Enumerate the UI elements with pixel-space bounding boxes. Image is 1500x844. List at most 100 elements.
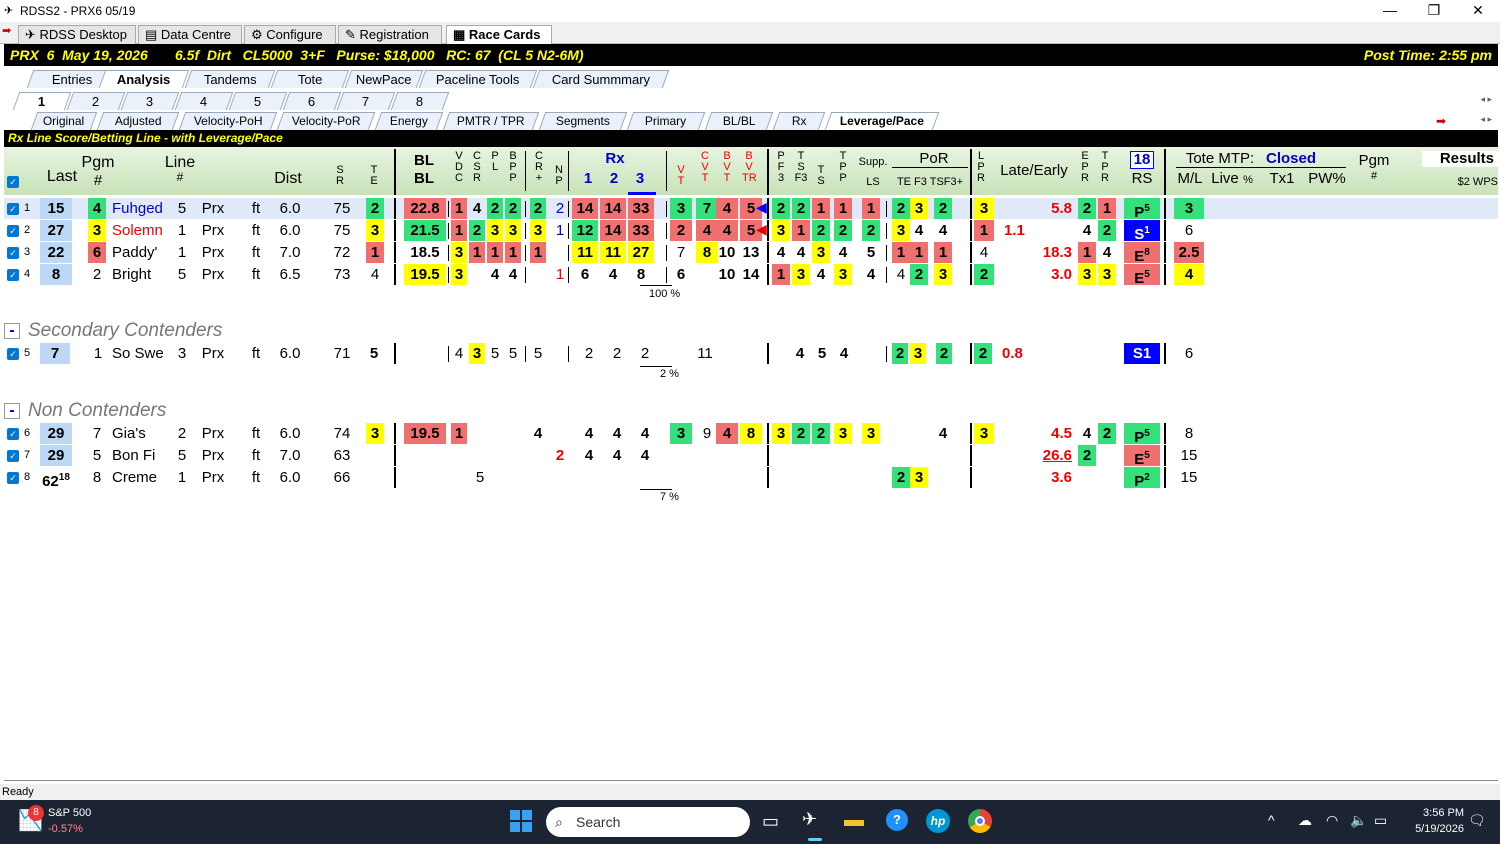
race-tab-6[interactable]: 6 xyxy=(282,92,342,110)
tab-configure[interactable]: ⚙ Configure xyxy=(244,25,336,44)
table-row[interactable]: ✓ 6 29 7 Gia's 2 Prx ft 6.0 74 3 19.5 1 4 4 4 4 3 9 4 8 3 2 2 3 3… xyxy=(4,423,1498,446)
rdss-app-icon[interactable]: ✈ xyxy=(802,809,817,830)
row-checkbox[interactable]: ✓ xyxy=(7,450,19,462)
horse-name[interactable]: Fuhged xyxy=(112,198,172,219)
table-row[interactable]: ✓ 5 7 1 So Swe 3 Prx ft 6.0 71 5 4 3 5 5… xyxy=(4,343,1498,364)
vt-cell: 8 xyxy=(740,423,762,444)
tab-tandems[interactable]: Tandems xyxy=(184,70,276,88)
race-tab-1[interactable]: 1 xyxy=(12,92,72,110)
row-checkbox[interactable]: ✓ xyxy=(7,472,19,484)
race-tab-5[interactable]: 5 xyxy=(228,92,288,110)
volume-icon[interactable]: 🔈 xyxy=(1350,812,1367,829)
pgm-cell: 7 xyxy=(92,425,102,442)
task-view-icon[interactable]: ▭ xyxy=(762,811,779,832)
notifications-icon[interactable]: 🗨 xyxy=(1468,812,1486,829)
chevron-up-icon[interactable]: ^ xyxy=(1268,812,1275,828)
table-row[interactable]: ✓ 2 27 3 Solemn 1 Prx ft 6.0 75 3 21.5 1 2 3 3 3 1 12 14 33 2… xyxy=(4,220,1498,243)
late-early-cell: 4.5 xyxy=(1051,425,1072,442)
select-all-checkbox[interactable]: ✓ xyxy=(7,176,19,188)
col-pgm: Pgm xyxy=(81,154,115,171)
tab-energy[interactable]: Energy xyxy=(374,112,444,130)
horse-name[interactable]: Bon Fi xyxy=(112,445,172,466)
race-tab-3[interactable]: 3 xyxy=(120,92,180,110)
windows-start-icon[interactable] xyxy=(510,810,532,832)
tab-registration[interactable]: ✎ Registration xyxy=(338,25,442,44)
vt-cell: 10 xyxy=(718,244,736,261)
metric-cell: 1 xyxy=(469,242,485,263)
tab-rdss-desktop[interactable]: ✈ RDSS Desktop xyxy=(18,25,136,44)
te-cell: 2 xyxy=(366,198,384,219)
close-button[interactable]: ✕ xyxy=(1456,0,1500,22)
tab-adjusted[interactable]: Adjusted xyxy=(96,112,180,130)
row-checkbox[interactable]: ✓ xyxy=(7,225,19,237)
rx-cell: 4 xyxy=(608,266,618,283)
lpr-cell: 3 xyxy=(974,198,994,219)
race-tab-7[interactable]: 7 xyxy=(336,92,396,110)
export-icon[interactable]: ➡ xyxy=(1436,114,1446,128)
tab-data-centre[interactable]: ▤ Data Centre xyxy=(138,25,242,44)
tab-paceline-tools[interactable]: Paceline Tools xyxy=(418,70,538,88)
horse-name[interactable]: Gia's xyxy=(112,423,172,444)
minimize-button[interactable]: — xyxy=(1368,0,1412,22)
taskbar-search[interactable]: ⌕ Search xyxy=(546,807,750,837)
pace-cell: 1 xyxy=(772,264,790,285)
tab-rx[interactable]: Rx xyxy=(772,112,826,130)
horse-name[interactable]: Creme xyxy=(112,467,172,488)
row-checkbox[interactable]: ✓ xyxy=(7,203,19,215)
tab-blbl[interactable]: BL/BL xyxy=(704,112,774,130)
table-row[interactable]: ✓ 1 15 4 Fuhged 5 Prx ft 6.0 75 2 22.8 1 4 2 2 2 2 14 14 33 3… xyxy=(4,198,1498,221)
row-checkbox[interactable]: ✓ xyxy=(7,428,19,440)
race-tab-8[interactable]: 8 xyxy=(390,92,450,110)
sr-cell: 72 xyxy=(333,244,351,261)
status-bar: Ready xyxy=(0,784,1500,800)
tab-race-cards[interactable]: ▦ Race Cards xyxy=(446,25,552,44)
table-row[interactable]: ✓ 7 29 5 Bon Fi 5 Prx ft 7.0 63 2 4 4 4 26.6 2 E5 15 xyxy=(4,445,1498,468)
plane-icon: ✈ xyxy=(25,27,40,42)
tab-original[interactable]: Original xyxy=(30,112,98,130)
row-checkbox[interactable]: ✓ xyxy=(7,247,19,259)
surface-cell: ft xyxy=(251,469,261,486)
view-scroll-arrows-icon[interactable]: ◂ ▸ xyxy=(1480,114,1492,125)
tab-leverage-pace[interactable]: Leverage/Pace xyxy=(824,112,940,130)
wifi-icon[interactable]: ◠ xyxy=(1326,812,1338,829)
results-button[interactable]: Results xyxy=(1422,151,1498,167)
scroll-arrows-icon[interactable]: ◂ ▸ xyxy=(1480,94,1492,105)
horse-name[interactable]: Bright xyxy=(112,264,172,285)
restore-button[interactable]: ❐ xyxy=(1412,0,1456,22)
surface-cell: ft xyxy=(251,244,261,261)
table-row[interactable]: ✓ 4 8 2 Bright 5 Prx ft 6.5 73 4 19.5 3 4 4 1 6 4 8 6 10 14 1 3… xyxy=(4,264,1498,287)
non-contenders-header[interactable]: - Non Contenders xyxy=(4,400,166,424)
help-icon[interactable]: ? xyxy=(886,809,908,831)
collapse-icon[interactable]: - xyxy=(4,322,20,339)
race-tab-2[interactable]: 2 xyxy=(66,92,126,110)
table-row[interactable]: ✓ 3 22 6 Paddy' 1 Prx ft 7.0 72 1 18.5 3 1 1 1 1 11 11 27 7 8… xyxy=(4,242,1498,265)
secondary-header[interactable]: - Secondary Contenders xyxy=(4,320,222,344)
tab-pmtr-tpr[interactable]: PMTR / TPR xyxy=(442,112,540,130)
row-checkbox[interactable]: ✓ xyxy=(7,348,19,360)
tab-newpace[interactable]: NewPace xyxy=(344,70,424,88)
tab-tote[interactable]: Tote xyxy=(270,70,350,88)
row-checkbox[interactable]: ✓ xyxy=(7,269,19,281)
clock-time[interactable]: 3:56 PM xyxy=(1408,807,1464,819)
onedrive-icon[interactable]: ☁ xyxy=(1298,812,1312,829)
collapse-icon[interactable]: - xyxy=(4,402,20,419)
race-tab-4[interactable]: 4 xyxy=(174,92,234,110)
rx-cell: 11 xyxy=(572,242,598,263)
tab-velocity-poh[interactable]: Velocity-PoH xyxy=(178,112,278,130)
file-explorer-icon[interactable]: ▬ xyxy=(844,809,864,832)
vt-cell: 4 xyxy=(716,423,738,444)
battery-icon[interactable]: ▭ xyxy=(1374,812,1387,829)
tab-primary[interactable]: Primary xyxy=(626,112,706,130)
horse-name[interactable]: Solemn xyxy=(112,220,172,241)
clock-date[interactable]: 5/19/2026 xyxy=(1400,823,1464,835)
track-cell: Prx xyxy=(201,200,225,217)
tab-segments[interactable]: Segments xyxy=(538,112,628,130)
tab-card-summary[interactable]: Card Summmary xyxy=(532,70,670,88)
tab-velocity-por[interactable]: Velocity-PoR xyxy=(276,112,376,130)
tab-analysis[interactable]: Analysis xyxy=(98,70,190,88)
horse-name[interactable]: Paddy' xyxy=(112,242,172,263)
table-row[interactable]: ✓ 8 6218 8 Creme 1 Prx ft 6.0 66 5 2 3 3.6 P2 15 xyxy=(4,467,1498,490)
hp-icon[interactable]: hp xyxy=(926,809,950,833)
chrome-icon[interactable] xyxy=(968,809,992,833)
pace-cell: 1 xyxy=(834,198,852,219)
